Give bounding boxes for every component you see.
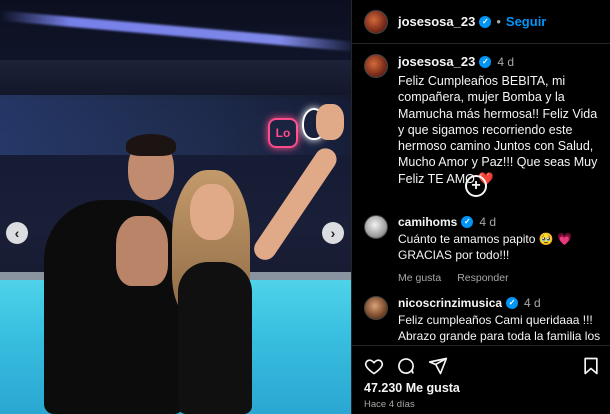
woman-dress <box>178 262 252 414</box>
carousel-prev-button[interactable]: ‹ <box>6 222 28 244</box>
heart-icon[interactable] <box>363 355 385 377</box>
caption-text-body: Feliz Cumpleaños BEBITA, mi compañera, m… <box>398 74 601 186</box>
ceiling-lights <box>0 10 351 52</box>
share-icon[interactable] <box>427 355 449 377</box>
action-bar <box>352 345 610 375</box>
woman-hand <box>316 104 344 140</box>
caption-username[interactable]: josesosa_23 <box>398 54 475 69</box>
comment-text: Cuánto te amamos papito 🥹 💗 GRACIAS por … <box>398 232 572 262</box>
caption-avatar[interactable] <box>364 54 388 78</box>
caption-age: 4 d <box>497 54 515 69</box>
bookmark-icon[interactable] <box>580 355 602 377</box>
verified-icon <box>479 55 492 68</box>
post-photo[interactable]: Lo ‹ › <box>0 0 351 414</box>
caption: josesosa_23 4 d Feliz Cumpleaños BEBITA,… <box>364 54 604 187</box>
man-hair <box>126 134 176 156</box>
avatar[interactable] <box>364 9 388 34</box>
comment-icon[interactable] <box>395 355 417 377</box>
comment-avatar[interactable] <box>364 296 388 320</box>
ceiling-beam <box>0 60 351 98</box>
follow-button[interactable]: Seguir <box>506 14 546 29</box>
neon-sign-text: Lo <box>275 126 291 140</box>
comment-age: 4 d <box>479 215 497 229</box>
comment-username[interactable]: camihoms <box>398 215 457 229</box>
comments-scroll-area[interactable]: josesosa_23 4 d Feliz Cumpleaños BEBITA,… <box>352 45 610 345</box>
post-timestamp: Hace 4 días <box>364 399 415 410</box>
woman-raised-arm <box>249 144 341 265</box>
verified-icon <box>479 15 492 28</box>
verified-icon <box>461 216 474 228</box>
comment-text: Feliz cumpleaños Cami queridaaa !!! Abra… <box>398 313 601 343</box>
comment-item: nicoscrinzimusica 4 d Feliz cumpleaños C… <box>364 296 604 344</box>
woman-face <box>190 184 234 240</box>
carousel-next-button[interactable]: › <box>322 222 344 244</box>
likes-count[interactable]: 47.230 Me gusta <box>364 381 460 395</box>
comment-item: camihoms 4 d Cuánto te amamos papito 🥹 💗… <box>364 215 604 284</box>
comment-username[interactable]: nicoscrinzimusica <box>398 296 502 310</box>
plus-circle-icon[interactable]: + <box>465 175 487 197</box>
man-chest <box>116 216 168 286</box>
comment-age: 4 d <box>524 296 541 310</box>
neon-sign: Lo <box>268 118 298 148</box>
caption-text: Feliz Cumpleaños BEBITA, mi compañera, m… <box>398 73 604 187</box>
header-separator: • <box>496 14 501 29</box>
comment-avatar[interactable] <box>364 215 388 239</box>
verified-icon <box>506 297 519 309</box>
author-username[interactable]: josesosa_23 <box>398 14 475 29</box>
post-details-panel: josesosa_23 • Seguir josesosa_23 4 d Fel… <box>351 0 610 414</box>
comment-reply-button[interactable]: Responder <box>457 272 508 284</box>
comment-like-button[interactable]: Me gusta <box>398 272 441 284</box>
post-header: josesosa_23 • Seguir <box>352 0 610 44</box>
